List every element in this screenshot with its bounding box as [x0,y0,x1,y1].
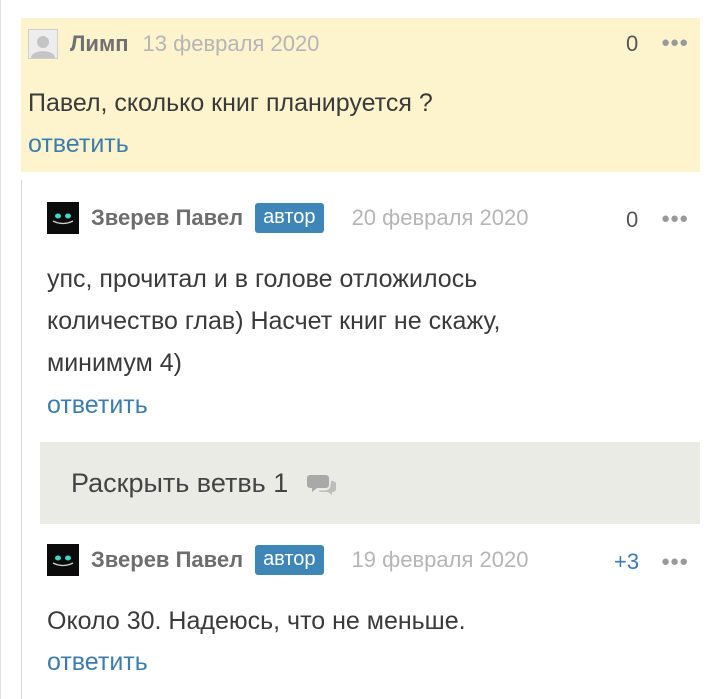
comment-author[interactable]: Зверев Павел [91,205,243,231]
comment-date[interactable]: 19 февраля 2020 [352,547,529,573]
chat-bubbles-icon [306,472,338,501]
reply-link[interactable]: ответить [47,391,148,420]
comment-text-line: количество глав) Насчет книг не скажу, [47,307,501,335]
comment-text-line: минимум 4) [47,349,182,377]
cat-eyes-avatar-icon[interactable] [47,202,79,234]
cat-eyes-avatar-icon[interactable] [47,544,79,576]
comment-score: 0 [626,207,639,232]
comment-text-line: упс, прочитал и в голове отложилось [47,265,478,293]
more-dots-icon[interactable]: ●●● [661,553,688,570]
author-badge: автор [255,203,324,233]
comment-author[interactable]: Зверев Павел [91,547,243,573]
comment-text: упс, прочитал и в голове отложилось коли… [47,258,500,384]
more-dots-icon[interactable]: ●●● [661,210,688,227]
author-badge: автор [255,545,324,575]
comment-date[interactable]: 13 февраля 2020 [143,31,320,57]
thread-line [21,180,22,699]
comment-header: Зверев Павел автор 20 февраля 2020 [47,201,528,235]
default-avatar-icon[interactable] [28,29,58,59]
comment-score: 0 [626,31,639,56]
reply-link[interactable]: ответить [28,130,129,159]
comment-header: Лимп 13 февраля 2020 [28,27,319,61]
expand-thread-button[interactable]: Раскрыть ветвь 1 [40,442,700,524]
comment-text-line: Около 30. Надеюсь, что не меньше. [47,607,466,635]
comment-text: Около 30. Надеюсь, что не меньше. [47,600,466,642]
page-left-border [0,0,1,699]
comment-text-line: Павел, сколько книг планируется ? [28,89,433,117]
comment-header: Зверев Павел автор 19 февраля 2020 [47,543,528,577]
reply-link[interactable]: ответить [47,648,148,677]
comment-score: +3 [614,549,640,574]
comment-author[interactable]: Лимп [70,31,129,57]
expand-thread-label: Раскрыть ветвь 1 [71,467,289,498]
more-dots-icon[interactable]: ●●● [661,34,688,51]
comment-date[interactable]: 20 февраля 2020 [352,205,529,231]
comment-text: Павел, сколько книг планируется ? [28,82,433,124]
